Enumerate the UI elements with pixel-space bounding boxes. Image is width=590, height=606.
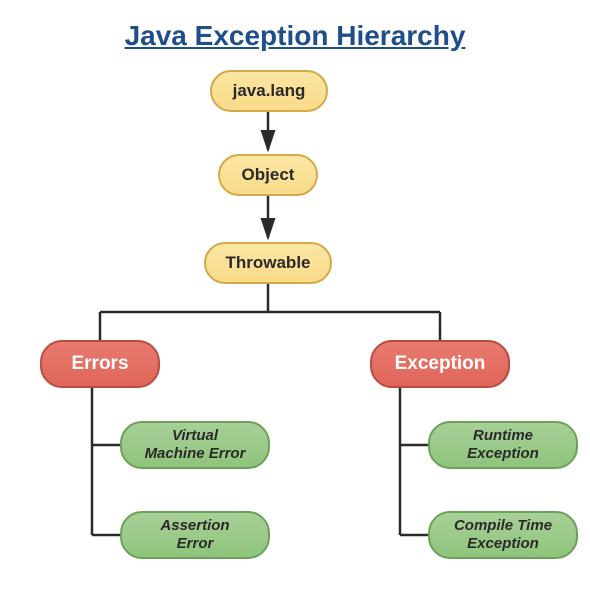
node-java-lang: java.lang	[210, 70, 328, 112]
diagram-title: Java Exception Hierarchy	[0, 0, 590, 52]
node-errors: Errors	[40, 340, 160, 388]
node-runtime-exception: Runtime Exception	[428, 421, 578, 469]
node-assertion-error: Assertion Error	[120, 511, 270, 559]
node-throwable: Throwable	[204, 242, 332, 284]
node-compile-time-exception: Compile Time Exception	[428, 511, 578, 559]
node-object: Object	[218, 154, 318, 196]
node-virtual-machine-error: Virtual Machine Error	[120, 421, 270, 469]
node-exception: Exception	[370, 340, 510, 388]
